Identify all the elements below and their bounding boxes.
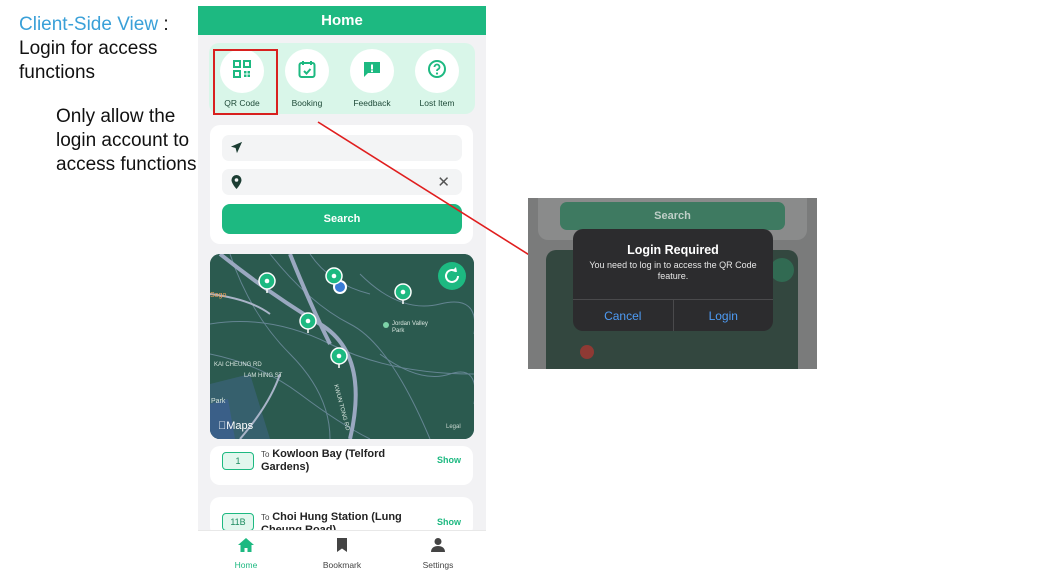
dimmed-search-button: Search xyxy=(560,202,785,230)
dimmed-map-marker xyxy=(580,345,594,359)
cancel-button[interactable]: Cancel xyxy=(573,300,674,331)
annotation-arrow xyxy=(317,121,556,272)
dimmed-refresh-button xyxy=(770,258,794,282)
dialog-title: Login Required xyxy=(627,243,719,257)
dialog-message: You need to log in to access the QR Code… xyxy=(589,260,757,281)
login-required-dialog: Login Required You need to log in to acc… xyxy=(573,229,773,331)
login-popup-screenshot: Search Login Required You need to log in… xyxy=(528,198,817,369)
login-button[interactable]: Login xyxy=(674,300,774,331)
